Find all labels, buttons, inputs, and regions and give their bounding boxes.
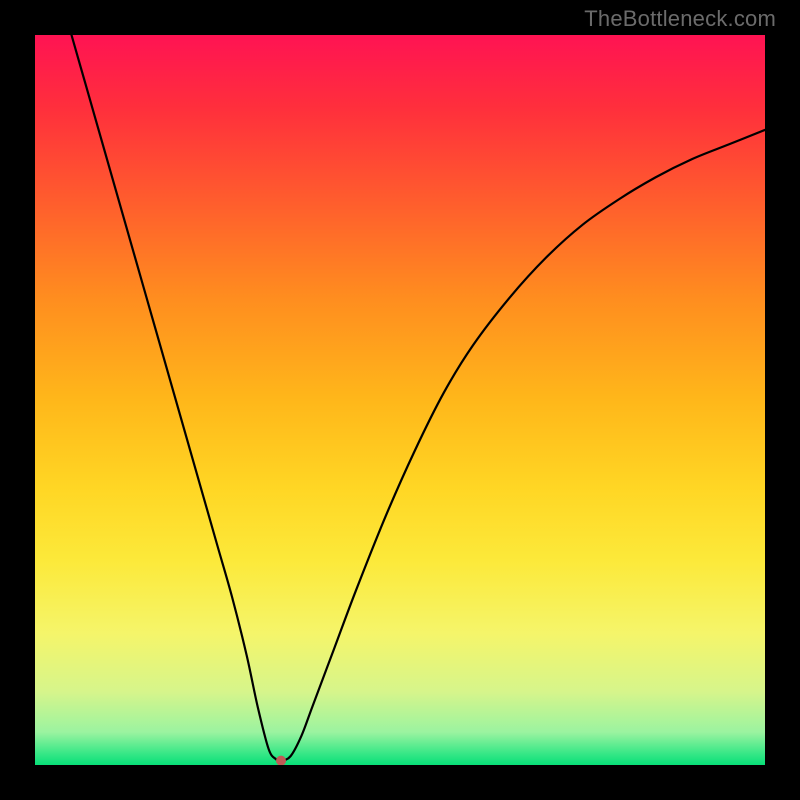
plot-area xyxy=(35,35,765,765)
chart-background xyxy=(35,35,765,765)
chart-frame: TheBottleneck.com xyxy=(0,0,800,800)
watermark-text: TheBottleneck.com xyxy=(584,6,776,32)
chart-svg xyxy=(35,35,765,765)
